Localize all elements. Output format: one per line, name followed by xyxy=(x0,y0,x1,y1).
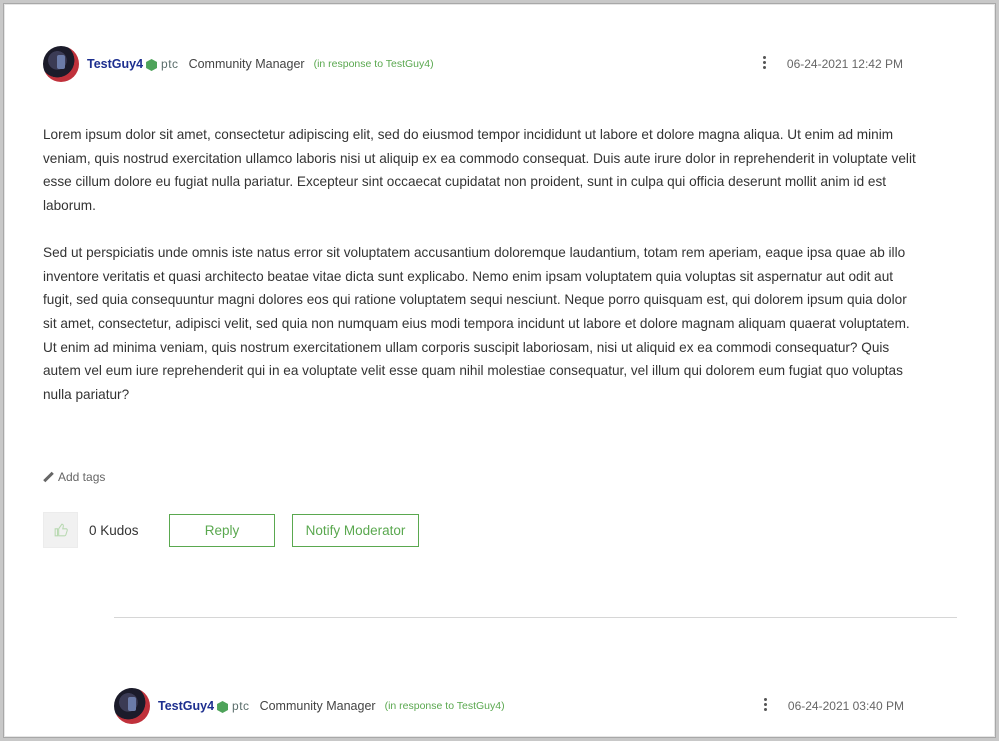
message-post: TestGuy4 ptc Community Manager (in respo… xyxy=(43,44,923,548)
dot xyxy=(764,708,767,711)
hexagon-rank-icon xyxy=(217,701,229,713)
author-link[interactable]: TestGuy4 xyxy=(87,57,143,71)
in-response-to-link[interactable]: (in response to TestGuy4) xyxy=(385,700,505,712)
message-header: TestGuy4 ptc Community Manager (in respo… xyxy=(114,686,924,726)
author-role: Community Manager xyxy=(259,699,376,713)
message-header: TestGuy4 ptc Community Manager (in respo… xyxy=(43,44,923,84)
post-timestamp: 06-24-2021 03:40 PM xyxy=(787,699,904,713)
brand-label: ptc xyxy=(161,57,179,71)
body-paragraph: Sed ut perspiciatis unde omnis iste natu… xyxy=(43,244,910,403)
post-timestamp: 06-24-2021 12:42 PM xyxy=(786,57,903,71)
page-frame: TestGuy4 ptc Community Manager (in respo… xyxy=(3,3,996,738)
pencil-icon xyxy=(43,472,54,483)
thumbs-up-icon xyxy=(54,523,68,537)
kudo-button[interactable] xyxy=(43,512,78,548)
dot xyxy=(764,703,767,706)
reply-button[interactable]: Reply xyxy=(169,513,275,547)
divider xyxy=(114,617,957,618)
message-post-reply: TestGuy4 ptc Community Manager (in respo… xyxy=(114,686,924,726)
vertical-dots-icon[interactable] xyxy=(763,56,767,69)
add-tags-link[interactable]: Add tags xyxy=(43,470,105,484)
dot xyxy=(763,66,766,69)
body-paragraph: Lorem ipsum dolor sit amet, consectetur … xyxy=(43,127,916,214)
notify-moderator-button[interactable]: Notify Moderator xyxy=(292,513,419,547)
dot xyxy=(764,698,767,701)
in-response-to-link[interactable]: (in response to TestGuy4) xyxy=(314,58,434,70)
message-actions: 0 Kudos Reply Notify Moderator xyxy=(43,512,419,548)
avatar[interactable] xyxy=(114,688,150,724)
kudos-count: 0 Kudos xyxy=(89,522,139,538)
hexagon-rank-icon xyxy=(146,59,158,71)
dot xyxy=(763,61,766,64)
author-role: Community Manager xyxy=(188,57,305,71)
message-body: Lorem ipsum dolor sit amet, consectetur … xyxy=(43,123,923,407)
avatar[interactable] xyxy=(43,46,79,82)
vertical-dots-icon[interactable] xyxy=(764,698,768,711)
brand-label: ptc xyxy=(232,699,250,713)
dot xyxy=(763,56,766,59)
author-link[interactable]: TestGuy4 xyxy=(158,699,214,713)
add-tags-label: Add tags xyxy=(58,470,106,484)
